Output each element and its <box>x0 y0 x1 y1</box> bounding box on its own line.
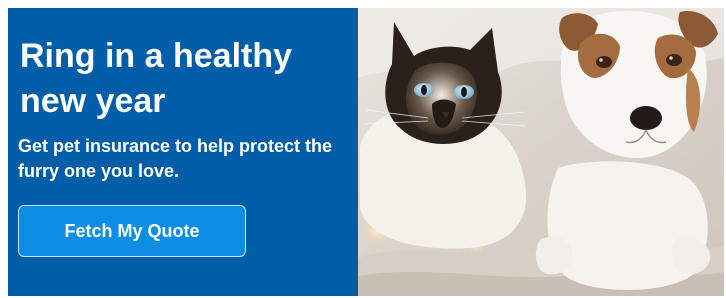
fetch-quote-button[interactable]: Fetch My Quote <box>18 205 246 257</box>
cat-and-dog-photo <box>358 8 724 296</box>
promo-text-panel: Ring in a healthy new year Get pet insur… <box>8 8 358 296</box>
promo-headline: Ring in a healthy new year <box>20 37 293 120</box>
page: Ring in a healthy new year Get pet insur… <box>0 0 726 298</box>
promo-subheadline: Get pet insurance to help protect the fu… <box>18 136 333 181</box>
promo-banner[interactable]: Ring in a healthy new year Get pet insur… <box>8 8 724 296</box>
